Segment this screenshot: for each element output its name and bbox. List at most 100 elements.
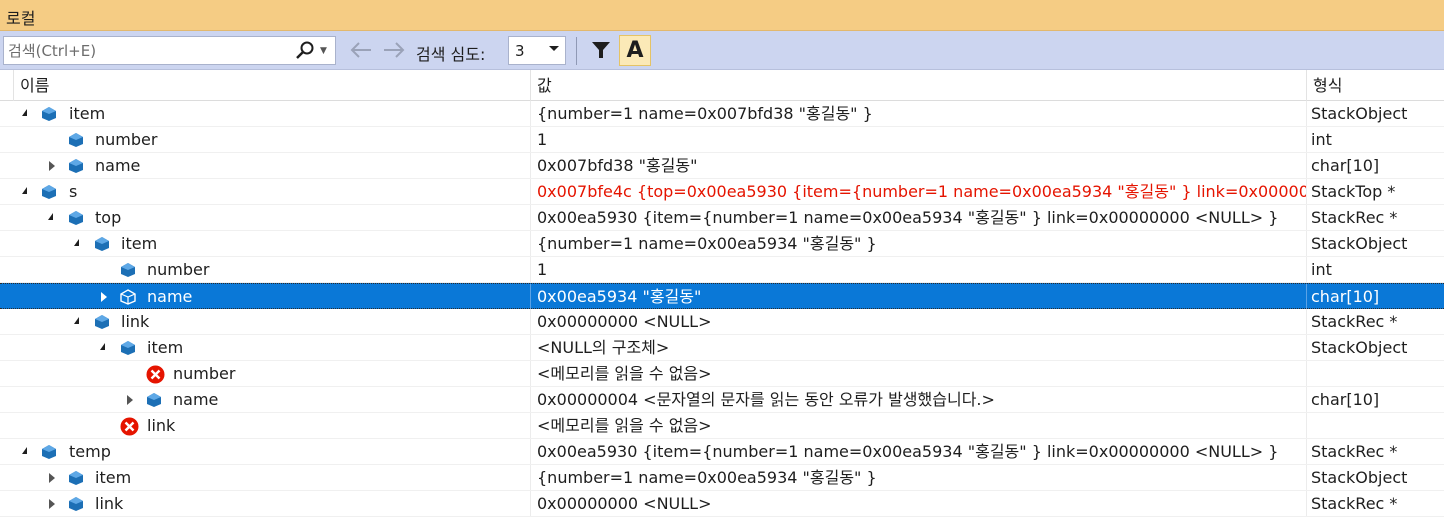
expand-triangle-icon[interactable] (49, 161, 55, 171)
variable-value[interactable]: 0x00000000 <NULL> (530, 491, 1306, 516)
expand-triangle-icon[interactable] (49, 473, 55, 483)
variable-value[interactable]: <메모리를 읽을 수 없음> (530, 413, 1306, 438)
tree-row[interactable]: item {number=1 name=0x00ea5934 "홍길동" } S… (0, 231, 1444, 257)
tree-row[interactable]: temp 0x00ea5930 {item={number=1 name=0x0… (0, 439, 1444, 465)
variable-value[interactable]: {number=1 name=0x007bfd38 "홍길동" } (530, 101, 1306, 126)
tool-window-titlebar: 로컬 (0, 0, 1444, 31)
variable-name: name (95, 156, 141, 175)
tree-row[interactable]: number <메모리를 읽을 수 없음> (0, 361, 1444, 387)
tree-row[interactable]: link 0x00000000 <NULL> StackRec * (0, 309, 1444, 335)
variable-name: item (95, 468, 132, 487)
variable-type: StackRec * (1306, 491, 1444, 516)
chevron-down-icon (549, 46, 559, 51)
search-depth-label: 검색 심도: (416, 45, 486, 64)
variable-value[interactable]: 1 (530, 257, 1306, 282)
field-icon (69, 471, 83, 485)
column-header-value[interactable]: 값 (530, 70, 1306, 101)
variable-value[interactable]: <NULL의 구조체> (530, 335, 1306, 360)
toolbar-separator (576, 37, 577, 65)
expand-triangle-icon[interactable] (101, 292, 107, 302)
variable-value[interactable]: 0x00000004 <문자열의 문자를 읽는 동안 오류가 발생했습니다.> (530, 387, 1306, 412)
toolbar: ▼ 검색 심도: 3 A (0, 31, 1444, 70)
collapse-triangle-icon[interactable] (74, 317, 79, 324)
search-depth-value: 3 (515, 42, 525, 60)
search-box[interactable]: ▼ (3, 36, 336, 65)
search-forward-arrow-icon[interactable] (381, 39, 407, 61)
variable-value[interactable]: {number=1 name=0x00ea5934 "홍길동" } (530, 465, 1306, 490)
variable-value[interactable]: 1 (530, 127, 1306, 152)
object-icon (42, 185, 56, 199)
variable-type: char[10] (1306, 153, 1444, 178)
object-icon (42, 445, 56, 459)
object-icon (42, 107, 56, 121)
variable-name: item (69, 104, 106, 123)
collapse-triangle-icon[interactable] (74, 239, 79, 246)
window-title: 로컬 (6, 9, 36, 28)
variable-name: link (147, 416, 176, 435)
object-icon (95, 237, 109, 251)
collapse-triangle-icon[interactable] (22, 447, 27, 454)
filter-icon[interactable] (590, 39, 612, 61)
variable-name: s (69, 182, 78, 201)
object-icon (69, 211, 83, 225)
hex-display-toggle-button[interactable]: A (619, 35, 651, 66)
tree-row-selected[interactable]: name 0x00ea5934 "홍길동" char[10] (0, 283, 1444, 309)
variable-type: StackRec * (1306, 205, 1444, 230)
variable-value[interactable]: 0x00ea5934 "홍길동" (530, 284, 1306, 309)
search-back-arrow-icon[interactable] (348, 39, 374, 61)
tree-row[interactable]: item {number=1 name=0x00ea5934 "홍길동" } S… (0, 465, 1444, 491)
variable-type: char[10] (1306, 284, 1444, 309)
search-icon[interactable] (294, 40, 316, 62)
expand-triangle-icon[interactable] (127, 395, 133, 405)
object-icon (121, 341, 135, 355)
column-header-name[interactable]: 이름 (14, 70, 530, 101)
tree-row[interactable]: name 0x00000004 <문자열의 문자를 읽는 동안 오류가 발생했습… (0, 387, 1444, 413)
variable-type: StackObject (1306, 465, 1444, 490)
search-depth-select[interactable]: 3 (508, 36, 566, 65)
variable-value[interactable]: 0x007bfd38 "홍길동" (530, 153, 1306, 178)
variable-name: link (95, 494, 124, 513)
variable-name: temp (69, 442, 111, 461)
variable-name: number (95, 130, 158, 149)
tree-row[interactable]: link <메모리를 읽을 수 없음> (0, 413, 1444, 439)
search-input[interactable] (8, 40, 284, 61)
variable-value[interactable]: {number=1 name=0x00ea5934 "홍길동" } (530, 231, 1306, 256)
collapse-triangle-icon[interactable] (100, 343, 105, 350)
collapse-triangle-icon[interactable] (48, 213, 53, 220)
tree-row[interactable]: item <NULL의 구조체> StackObject (0, 335, 1444, 361)
tree-row[interactable]: s 0x007bfe4c {top=0x00ea5930 {item={numb… (0, 179, 1444, 205)
tree-row[interactable]: number 1 int (0, 127, 1444, 153)
variable-type: StackObject (1306, 101, 1444, 126)
tree-row[interactable]: top 0x00ea5930 {item={number=1 name=0x00… (0, 205, 1444, 231)
column-header-type[interactable]: 형식 (1306, 70, 1444, 101)
variable-name: number (147, 260, 210, 279)
variable-value[interactable]: 0x00ea5930 {item={number=1 name=0x00ea59… (530, 439, 1306, 464)
collapse-triangle-icon[interactable] (22, 187, 27, 194)
tree-row[interactable]: name 0x007bfd38 "홍길동" char[10] (0, 153, 1444, 179)
variable-type: StackObject (1306, 231, 1444, 256)
variable-value[interactable]: 0x00000000 <NULL> (530, 309, 1306, 334)
tree-row[interactable]: item {number=1 name=0x007bfd38 "홍길동" } S… (0, 101, 1444, 127)
error-icon (120, 417, 139, 436)
variable-type: StackObject (1306, 335, 1444, 360)
object-icon (95, 315, 109, 329)
expand-triangle-icon[interactable] (49, 499, 55, 509)
field-icon (69, 133, 83, 147)
search-options-dropdown-icon[interactable]: ▼ (320, 46, 327, 56)
field-icon (69, 159, 83, 173)
variable-value-changed[interactable]: 0x007bfe4c {top=0x00ea5930 {item={number… (530, 179, 1306, 204)
collapse-triangle-icon[interactable] (22, 109, 27, 116)
variable-value[interactable]: <메모리를 읽을 수 없음> (530, 361, 1306, 386)
variable-type: StackRec * (1306, 439, 1444, 464)
field-icon (69, 497, 83, 511)
column-header: 이름 값 형식 (0, 70, 1444, 101)
field-icon (120, 289, 136, 305)
variable-value[interactable]: 0x00ea5930 {item={number=1 name=0x00ea59… (530, 205, 1306, 230)
tree-row[interactable]: number 1 int (0, 257, 1444, 283)
tree-row[interactable]: link 0x00000000 <NULL> StackRec * (0, 491, 1444, 517)
variable-name: item (121, 234, 158, 253)
field-icon (147, 393, 161, 407)
variable-name: item (147, 338, 184, 357)
variable-name: number (173, 364, 236, 383)
variable-type: char[10] (1306, 387, 1444, 412)
